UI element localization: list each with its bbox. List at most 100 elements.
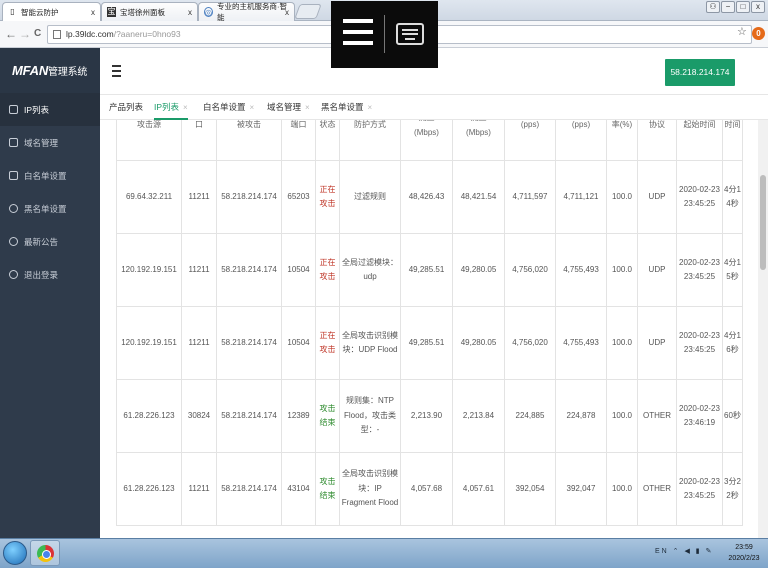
- tab-close-icon[interactable]: x: [91, 8, 95, 17]
- windows-taskbar: EN ⌃ ◀ ▮ ✎ 23:59 2020/2/23: [0, 538, 768, 568]
- start-button[interactable]: [3, 541, 27, 565]
- cell-in-pps: 392,054: [504, 452, 556, 526]
- table-scrollbar[interactable]: [758, 120, 768, 538]
- table-row: 61.28.226.123 30824 58.218.214.174 12389 攻击结…: [116, 379, 743, 453]
- cell-out-pps: 392,047: [555, 452, 607, 526]
- extension-icon[interactable]: 0: [752, 27, 765, 40]
- cell-src: 120.192.19.151: [116, 306, 182, 380]
- cell-out-mbps: 4,057.61: [452, 452, 505, 526]
- domain-icon: [9, 138, 18, 147]
- cell-out-mbps: 49,280.05: [452, 306, 505, 380]
- cell-duration: 4分15秒: [722, 233, 743, 307]
- back-icon[interactable]: ←: [5, 27, 17, 41]
- cell-target: 58.218.214.174: [216, 306, 282, 380]
- sidebar-item-domain[interactable]: 域名管理: [0, 126, 100, 159]
- clock[interactable]: 23:59 2020/2/23: [724, 542, 764, 564]
- logout-icon: [9, 270, 18, 279]
- tab-ip-list[interactable]: IP列表 ×: [154, 95, 188, 120]
- table-row: 120.192.19.151 11211 58.218.214.174 10504 正在…: [116, 306, 743, 380]
- tab-product-list[interactable]: 产品列表: [109, 95, 143, 120]
- system-tray[interactable]: EN ⌃ ◀ ▮ ✎: [655, 547, 713, 555]
- close-icon[interactable]: ×: [305, 103, 310, 112]
- cell-rate: 100.0: [606, 233, 638, 307]
- cell-in-mbps: 48,426.43: [400, 160, 453, 234]
- close-icon[interactable]: ×: [250, 103, 255, 112]
- hamburger-menu-icon[interactable]: [343, 19, 373, 52]
- tab-close-icon[interactable]: x: [285, 8, 289, 17]
- page-tabs: 产品列表 IP列表 × 白名单设置 × 域名管理 × 黑名单设置 ×: [100, 95, 768, 120]
- cell-in-mbps: 2,213.90: [400, 379, 453, 453]
- forward-icon[interactable]: →: [19, 27, 31, 41]
- tab-domain[interactable]: 域名管理 ×: [267, 95, 310, 120]
- sidebar-item-label: 最新公告: [24, 236, 59, 247]
- cell-start: 2020-02-23 23:45:25: [676, 233, 723, 307]
- sidebar-item-label: IP列表: [24, 104, 50, 115]
- url-path: /?aaneru=0hno93: [113, 29, 181, 39]
- cell-start: 2020-02-23 23:45:25: [676, 306, 723, 380]
- cell-method: 全局攻击识别模块：UDP Flood: [339, 306, 401, 380]
- sidebar-item-ip-list[interactable]: IP列表: [0, 93, 100, 126]
- tab-blacklist[interactable]: 黑名单设置 ×: [321, 95, 372, 120]
- browser-tab[interactable]: ◎ 专业的主机服务商·智能 x: [198, 2, 295, 22]
- cell-out-pps: 4,755,493: [555, 306, 607, 380]
- cell-src: 69.64.32.211: [116, 160, 182, 234]
- app-logo: MFAN管理系统: [0, 48, 100, 93]
- sidebar-item-blacklist[interactable]: 黑名单设置: [0, 192, 100, 225]
- browser-tab-title: 智能云防护: [21, 7, 59, 17]
- cell-out-mbps: 48,421.54: [452, 160, 505, 234]
- url-host: lp.39ldc.com: [66, 29, 114, 39]
- reload-icon[interactable]: C: [34, 28, 41, 39]
- cell-in-mbps: 49,285.51: [400, 306, 453, 380]
- browser-tab[interactable]: ▯ 智能云防护 x: [2, 2, 101, 21]
- cell-port2: 65203: [281, 160, 316, 234]
- page-icon: ▯: [10, 7, 15, 16]
- table-header-row: 攻击源 口 被攻击 端口 状态 防护方式 流量 (Mbps) 流量 (Mbps)…: [116, 120, 743, 161]
- sidebar-item-label: 退出登录: [24, 269, 59, 280]
- server-ip-button[interactable]: 58.218.214.174: [665, 59, 735, 86]
- close-window-button[interactable]: x: [751, 1, 765, 13]
- minimize-button[interactable]: −: [721, 1, 735, 13]
- cell-target: 58.218.214.174: [216, 233, 282, 307]
- cell-target: 58.218.214.174: [216, 379, 282, 453]
- keyboard-icon[interactable]: [396, 23, 424, 45]
- col-header: 攻击源: [116, 120, 182, 161]
- col-header: 状态: [315, 120, 340, 161]
- browser-tab[interactable]: 宝 宝塔徐州面板 x: [101, 2, 198, 21]
- close-icon[interactable]: ×: [368, 103, 373, 112]
- cell-out-pps: 4,711,121: [555, 160, 607, 234]
- cell-duration: 60秒: [722, 379, 743, 453]
- cell-method: 过滤规则: [339, 160, 401, 234]
- cell-start: 2020-02-23 23:46:19: [676, 379, 723, 453]
- cell-port2: 10504: [281, 233, 316, 307]
- sidebar-item-label: 域名管理: [24, 137, 59, 148]
- sidebar-item-whitelist[interactable]: 白名单设置: [0, 159, 100, 192]
- cell-target: 58.218.214.174: [216, 160, 282, 234]
- cell-port1: 30824: [181, 379, 217, 453]
- cell-start: 2020-02-23 23:45:25: [676, 452, 723, 526]
- cell-duration: 4分14秒: [722, 160, 743, 234]
- scroll-thumb[interactable]: [760, 175, 766, 270]
- cell-status: 正在攻击: [315, 160, 340, 234]
- close-icon[interactable]: ×: [183, 103, 188, 112]
- tab-close-icon[interactable]: x: [188, 8, 192, 17]
- tab-whitelist[interactable]: 白名单设置 ×: [203, 95, 254, 120]
- table-row: 61.28.226.123 11211 58.218.214.174 43104 攻击结…: [116, 452, 743, 526]
- announcement-icon: [9, 237, 18, 246]
- cell-in-pps: 4,756,020: [504, 233, 556, 307]
- cell-port1: 11211: [181, 452, 217, 526]
- new-tab-button[interactable]: [294, 4, 322, 19]
- clock-date: 2020/2/23: [728, 555, 760, 562]
- taskbar-chrome[interactable]: [30, 540, 60, 566]
- menu-toggle-icon[interactable]: [112, 65, 121, 80]
- cell-src: 61.28.226.123: [116, 452, 182, 526]
- cell-rate: 100.0: [606, 379, 638, 453]
- attack-table-container[interactable]: 攻击源 口 被攻击 端口 状态 防护方式 流量 (Mbps) 流量 (Mbps)…: [100, 120, 758, 538]
- sidebar-item-announcement[interactable]: 最新公告: [0, 225, 100, 258]
- user-icon[interactable]: ⚇: [706, 1, 720, 13]
- sidebar-item-logout[interactable]: 退出登录: [0, 258, 100, 291]
- cell-in-mbps: 49,285.51: [400, 233, 453, 307]
- maximize-button[interactable]: □: [736, 1, 750, 13]
- cell-out-mbps: 49,280.05: [452, 233, 505, 307]
- cell-port1: 11211: [181, 233, 217, 307]
- bookmark-star-icon[interactable]: ☆: [737, 25, 747, 38]
